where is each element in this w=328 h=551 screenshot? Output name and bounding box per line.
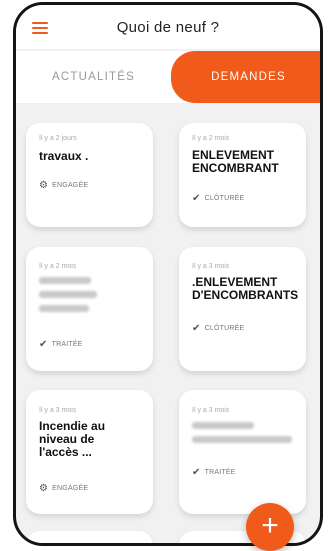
request-card[interactable] bbox=[26, 531, 153, 543]
card-time: Il y a 3 mois bbox=[192, 263, 230, 270]
check-icon: ✔ bbox=[192, 193, 201, 204]
request-card[interactable]: Il y a 2 mois ✔ TRAITÉE bbox=[26, 247, 153, 371]
card-title: .ENLEVEMENT D'ENCOMBRANTS bbox=[192, 275, 299, 302]
card-time: Il y a 3 mois bbox=[39, 407, 77, 414]
card-status: ✔ CLÔTURÉE bbox=[192, 193, 244, 204]
card-status-label: CLÔTURÉE bbox=[204, 325, 245, 332]
app-header: Quoi de neuf ? bbox=[16, 5, 320, 49]
card-title-redacted bbox=[39, 277, 91, 284]
page-title: Quoi de neuf ? bbox=[116, 19, 220, 36]
request-card[interactable]: Il y a 2 jours travaux . ⚙ ENGAGÉE bbox=[26, 123, 153, 227]
check-icon: ✔ bbox=[192, 467, 201, 478]
card-status: ⚙ ENGAGÉE bbox=[39, 483, 88, 494]
card-status-label: TRAITÉE bbox=[204, 469, 236, 476]
card-status: ✔ TRAITÉE bbox=[192, 467, 236, 478]
card-status-label: ENGAGÉE bbox=[52, 485, 89, 492]
check-icon: ✔ bbox=[39, 339, 48, 350]
gear-icon: ⚙ bbox=[39, 180, 49, 191]
card-title: Incendie au niveau de l'accès ... bbox=[39, 419, 106, 459]
card-title-redacted bbox=[39, 291, 97, 298]
card-title-redacted bbox=[39, 305, 89, 312]
add-request-button[interactable]: + bbox=[246, 503, 294, 551]
request-card[interactable]: Il y a 3 mois .ENLEVEMENT D'ENCOMBRANTS … bbox=[179, 247, 306, 371]
card-status-label: ENGAGÉE bbox=[52, 182, 89, 189]
requests-grid: Il y a 2 jours travaux . ⚙ ENGAGÉE Il y … bbox=[16, 103, 320, 543]
card-time: Il y a 2 jours bbox=[39, 135, 77, 142]
card-status: ⚙ ENGAGÉE bbox=[39, 180, 88, 191]
card-time: Il y a 2 mois bbox=[192, 135, 230, 142]
card-title: travaux . bbox=[39, 149, 89, 163]
card-title-redacted bbox=[192, 422, 254, 429]
card-status: ✔ TRAITÉE bbox=[39, 339, 83, 350]
tab-actualites[interactable]: ACTUALITÉS bbox=[16, 51, 171, 103]
card-time: Il y a 2 mois bbox=[39, 263, 77, 270]
card-status-label: CLÔTURÉE bbox=[204, 195, 245, 202]
tab-bar: ACTUALITÉS DEMANDES bbox=[16, 51, 320, 103]
card-title-redacted bbox=[192, 436, 292, 443]
card-time: Il y a 3 mois bbox=[192, 407, 230, 414]
card-status: ✔ CLÔTURÉE bbox=[192, 323, 244, 334]
gear-icon: ⚙ bbox=[39, 483, 49, 494]
card-status-label: TRAITÉE bbox=[51, 341, 83, 348]
request-card[interactable]: Il y a 3 mois Incendie au niveau de l'ac… bbox=[26, 390, 153, 514]
card-title: ENLEVEMENT ENCOMBRANT bbox=[192, 148, 279, 175]
tab-demandes[interactable]: DEMANDES bbox=[171, 51, 320, 103]
request-card[interactable]: Il y a 2 mois ENLEVEMENT ENCOMBRANT ✔ CL… bbox=[179, 123, 306, 227]
phone-frame: Quoi de neuf ? ACTUALITÉS DEMANDES Il y … bbox=[13, 2, 323, 546]
check-icon: ✔ bbox=[192, 323, 201, 334]
request-card[interactable]: Il y a 3 mois ✔ TRAITÉE bbox=[179, 390, 306, 514]
